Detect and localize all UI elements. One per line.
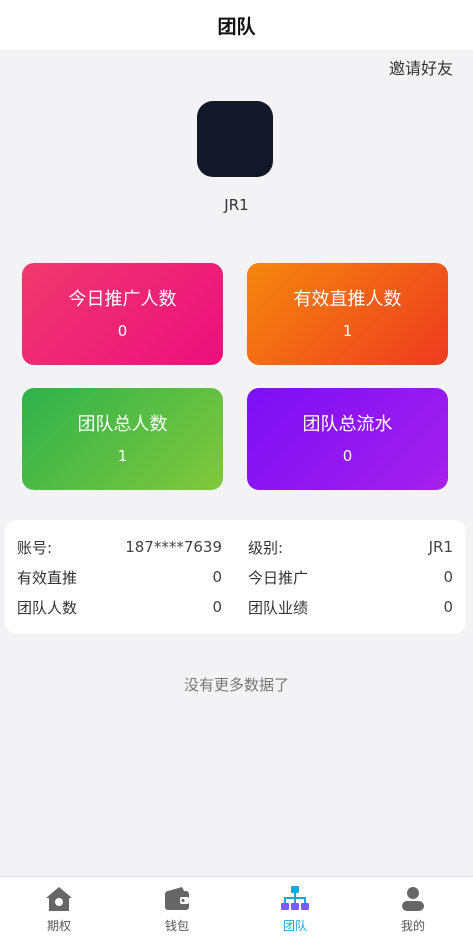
page-title: 团队: [217, 15, 256, 38]
stat-card-label: 团队总人数: [77, 414, 168, 435]
team-perf-value: 0: [443, 598, 453, 616]
stat-card-team-total: 团队总人数 1: [22, 388, 223, 490]
tab-label: 我的: [400, 919, 425, 933]
tab-label: 团队: [282, 919, 307, 933]
stat-card-label: 今日推广人数: [68, 289, 177, 310]
username: JR1: [224, 196, 249, 214]
tab-options[interactable]: 期权: [0, 877, 118, 940]
team-count-label: 团队人数: [17, 598, 78, 617]
team-perf-row: 团队业绩 0: [248, 595, 453, 619]
bottom-tab-bar: 期权 钱包 团队 我的: [0, 876, 473, 940]
stat-card-team-flow: 团队总流水 0: [247, 388, 448, 490]
account-row: 账号: 187****7639: [17, 535, 222, 559]
team-count-row: 团队人数 0: [17, 595, 222, 619]
top-header: 团队: [0, 0, 473, 50]
wallet-icon: [165, 887, 189, 910]
home-icon: [46, 887, 72, 911]
stat-card-label: 有效直推人数: [293, 289, 402, 310]
direct-row: 有效直推 0: [17, 565, 222, 589]
no-more-data-text: 没有更多数据了: [183, 676, 289, 694]
level-value: JR1: [428, 538, 453, 556]
stat-card-value: 1: [117, 447, 128, 465]
team-perf-label: 团队业绩: [248, 598, 309, 617]
stat-card-value: 0: [117, 322, 128, 340]
stat-card-valid-direct: 有效直推人数 1: [247, 263, 448, 365]
account-label: 账号:: [17, 538, 53, 557]
stat-card-value: 1: [342, 322, 353, 340]
tab-label: 期权: [46, 919, 71, 933]
today-row: 今日推广 0: [248, 565, 453, 589]
direct-value: 0: [212, 568, 222, 586]
user-icon: [402, 887, 424, 911]
account-info-panel: 账号: 187****7639 级别: JR1 有效直推 0 今日推广 0 团队…: [5, 520, 466, 634]
stat-card-label: 团队总流水: [302, 414, 393, 435]
stat-card-value: 0: [342, 447, 353, 465]
team-count-value: 0: [212, 598, 222, 616]
team-icon: [281, 886, 309, 910]
today-label: 今日推广: [248, 568, 309, 587]
invite-friends-link[interactable]: 邀请好友: [389, 55, 453, 79]
stat-card-today-promotions: 今日推广人数 0: [22, 263, 223, 365]
tab-label: 钱包: [164, 919, 189, 933]
account-value: 187****7639: [125, 538, 222, 556]
level-label: 级别:: [248, 538, 284, 557]
tab-wallet[interactable]: 钱包: [118, 877, 236, 940]
level-row: 级别: JR1: [248, 535, 453, 559]
avatar: [197, 101, 273, 177]
tab-team[interactable]: 团队: [236, 877, 354, 940]
direct-label: 有效直推: [17, 568, 78, 587]
today-value: 0: [443, 568, 453, 586]
tab-mine[interactable]: 我的: [354, 877, 472, 940]
